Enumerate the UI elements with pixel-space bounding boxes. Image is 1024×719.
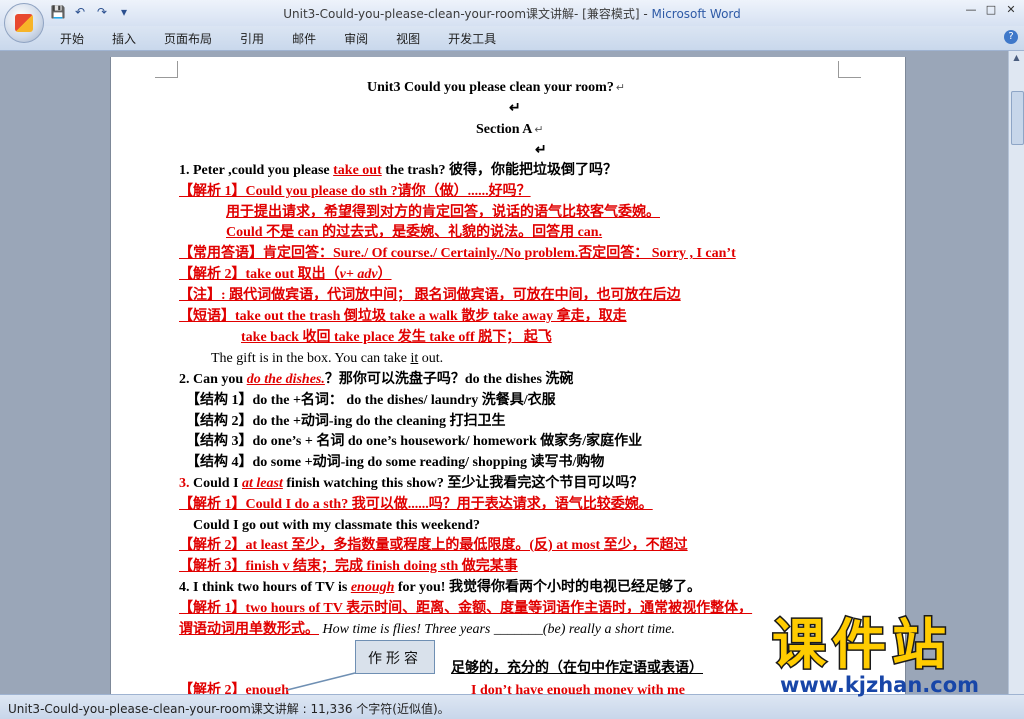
- watermark-logo-text: 课件站: [771, 613, 952, 676]
- paragraph-mark: ↵: [509, 101, 521, 116]
- maximize-button[interactable]: □: [982, 2, 1000, 18]
- window-controls: — □ ✕: [962, 2, 1020, 18]
- callout-connector: [286, 672, 356, 691]
- text-line: 1. Peter ,could you please take out the …: [179, 163, 618, 178]
- text-line: 【短语】take out the trash 倒垃圾 take a walk 散…: [179, 309, 627, 324]
- callout-box[interactable]: 作形容: [355, 640, 435, 674]
- text-line: 【注】: 跟代词做宾语，代词放中间； 跟名词做宾语，可放在中间，也可放在后边: [179, 288, 681, 303]
- text-line: 【解析 1】Could I do a sth? 我可以做......吗？用于表达…: [179, 497, 653, 512]
- text-line: 【解析 2】at least 至少，多指数量或程度上的最低限度。(反) at m…: [179, 538, 688, 553]
- text-line: 【结构 3】do one’s + 名词 do one’s housework/ …: [186, 434, 643, 449]
- document-page[interactable]: Unit3 Could you please clean your room? ↵…: [110, 57, 906, 694]
- text-line: 【解析 1】Could you please do sth ?请你（做）....…: [179, 184, 531, 199]
- document-heading: Unit3 Could you please clean your room? ↵: [367, 80, 626, 95]
- text-line: 【常用答语】肯定回答：Sure./ Of course./ Certainly.…: [179, 246, 736, 261]
- scroll-thumb[interactable]: [1011, 91, 1024, 145]
- watermark-url: www.kjzhan.com: [780, 673, 980, 697]
- section-heading: Section A ↵: [476, 122, 544, 137]
- text-line: 【结构 4】do some +动词-ing do some reading/ s…: [186, 455, 605, 470]
- tab-review[interactable]: 审阅: [344, 30, 368, 47]
- margin-mark-top-left: [155, 61, 178, 78]
- text-line: 谓语动词用单数形式。 How time is flies! Three year…: [179, 622, 675, 637]
- text-line: 【结构 1】do the +名词： do the dishes/ laundry…: [186, 393, 556, 408]
- document-title-text: Unit3-Could-you-please-clean-your-room课文…: [283, 7, 652, 21]
- ribbon: 开始 插入 页面布局 引用 邮件 审阅 视图 开发工具 ?: [0, 26, 1024, 51]
- tab-insert[interactable]: 插入: [112, 30, 136, 47]
- window-title: Unit3-Could-you-please-clean-your-room课文…: [0, 5, 1024, 22]
- text-line: Could 不是 can 的过去式，是委婉、礼貌的说法。回答用 can.: [226, 225, 603, 240]
- text-line: 【解析 2】enough: [179, 683, 290, 694]
- scroll-up-icon[interactable]: ▲: [1011, 53, 1022, 65]
- tab-page-layout[interactable]: 页面布局: [164, 30, 212, 47]
- office-logo-icon: [15, 14, 33, 32]
- tab-mailings[interactable]: 邮件: [292, 30, 316, 47]
- margin-mark-top-right: [838, 61, 861, 78]
- minimize-button[interactable]: —: [962, 2, 980, 18]
- status-bar: Unit3-Could-you-please-clean-your-room课文…: [0, 694, 1024, 719]
- tab-references[interactable]: 引用: [240, 30, 264, 47]
- app-name: Microsoft Word: [651, 7, 741, 21]
- text-line: I don’t have enough money with me: [471, 683, 685, 694]
- vertical-scrollbar[interactable]: ▲: [1008, 51, 1024, 694]
- text-line: 3. Could I at least finish watching this…: [179, 476, 644, 491]
- text-line: 足够的，充分的（在句中作定语或表语）: [451, 661, 703, 676]
- tab-view[interactable]: 视图: [396, 30, 420, 47]
- paragraph-mark: ↵: [535, 143, 547, 158]
- status-text: Unit3-Could-you-please-clean-your-room课文…: [8, 702, 450, 716]
- text-line: The gift is in the box. You can take it …: [211, 351, 444, 366]
- help-icon[interactable]: ?: [1004, 30, 1018, 44]
- callout-text: 作形容: [368, 651, 422, 667]
- tab-developer[interactable]: 开发工具: [448, 30, 496, 47]
- text-line: 4. I think two hours of TV is enough for…: [179, 580, 701, 595]
- text-line: 2. Can you do the dishes.？那你可以洗盘子吗？do th…: [179, 372, 574, 387]
- text-line: take back 收回 take place 发生 take off 脱下； …: [241, 330, 552, 345]
- tab-home[interactable]: 开始: [60, 30, 84, 47]
- text-line: 【解析 3】finish v 结束；完成 finish doing sth 做完…: [179, 559, 518, 574]
- text-line: 【解析 1】two hours of TV 表示时间、距离、金额、度量等词语作主…: [179, 601, 753, 616]
- ribbon-tabs: 开始 插入 页面布局 引用 邮件 审阅 视图 开发工具: [60, 30, 524, 47]
- close-button[interactable]: ✕: [1002, 2, 1020, 18]
- watermark: 课件站 www.kjzhan.com: [771, 613, 1024, 697]
- title-bar: 💾 ↶ ↷ ▾ Unit3-Could-you-please-clean-you…: [0, 0, 1024, 26]
- text-line: 用于提出请求，希望得到对方的肯定回答，说话的语气比较客气委婉。: [226, 205, 660, 220]
- text-line: 【解析 2】take out 取出（v+ adv）: [179, 267, 392, 282]
- office-button[interactable]: [4, 3, 44, 43]
- text-line: 【结构 2】do the +动词-ing do the cleaning 打扫卫…: [186, 414, 506, 429]
- text-line: Could I go out with my classmate this we…: [193, 518, 481, 533]
